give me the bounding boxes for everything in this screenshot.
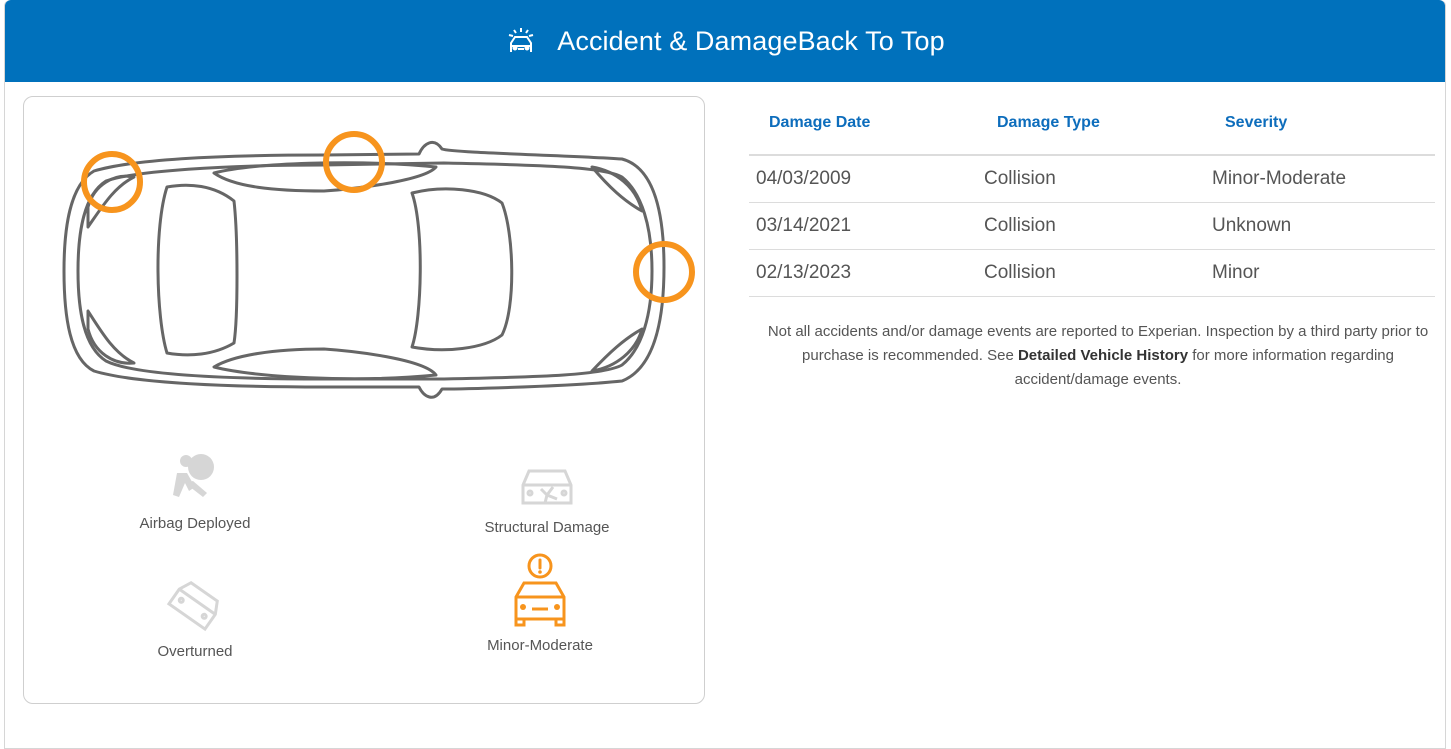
cell-damage-type: Collision — [984, 262, 1056, 283]
cell-damage-type: Collision — [984, 168, 1056, 189]
indicator-label: Overturned — [157, 643, 233, 660]
car-damage-icon — [508, 28, 534, 52]
vehicle-top-view-diagram — [62, 131, 695, 399]
table-row: 03/14/2021 Collision Unknown — [749, 203, 1435, 250]
indicator-label: Minor-Moderate — [487, 637, 593, 654]
column-header-damage-date: Damage Date — [769, 114, 871, 131]
indicator-label: Structural Damage — [484, 519, 610, 536]
overturned-icon — [166, 580, 219, 632]
detailed-vehicle-history-link[interactable]: Detailed Vehicle History — [1018, 347, 1188, 364]
indicator-minor-moderate: Minor-Moderate — [460, 553, 620, 654]
section-header: Accident & DamageBack To Top — [5, 0, 1445, 82]
cell-severity: Unknown — [1212, 215, 1292, 236]
cell-damage-date: 04/03/2009 — [756, 168, 852, 189]
damage-events-table: Damage Date Damage Type Severity 04/03/2… — [749, 92, 1435, 297]
structural-damage-icon — [521, 469, 573, 505]
cell-severity: Minor-Moderate — [1212, 168, 1347, 189]
car-alert-icon — [514, 553, 566, 627]
back-to-top-link[interactable]: Back To Top — [798, 26, 945, 56]
indicator-structural-damage: Structural Damage — [462, 459, 632, 536]
section-title: Accident & DamageBack To Top — [557, 25, 945, 56]
disclaimer-note: Not all accidents and/or damage events a… — [767, 323, 1429, 388]
cell-severity: Minor — [1212, 262, 1260, 283]
vehicle-damage-card: Airbag Deployed Structural Damage Overtu… — [23, 96, 705, 704]
table-header: Damage Date Damage Type Severity — [749, 92, 1435, 156]
cell-damage-date: 02/13/2023 — [756, 262, 852, 283]
indicator-airbag-deployed: Airbag Deployed — [120, 449, 270, 532]
accident-damage-panel: Accident & DamageBack To Top Airbag Depl… — [4, 0, 1446, 749]
column-header-severity: Severity — [1225, 114, 1288, 131]
damage-marker-front-left — [81, 151, 143, 213]
column-header-damage-type: Damage Type — [997, 114, 1100, 131]
cell-damage-date: 03/14/2021 — [756, 215, 852, 236]
table-row: 04/03/2009 Collision Minor-Moderate — [749, 156, 1435, 203]
indicator-overturned: Overturned — [120, 577, 270, 660]
cell-damage-type: Collision — [984, 215, 1056, 236]
airbag-icon — [173, 454, 214, 497]
table-row: 02/13/2023 Collision Minor — [749, 250, 1435, 297]
indicator-label: Airbag Deployed — [139, 515, 251, 532]
